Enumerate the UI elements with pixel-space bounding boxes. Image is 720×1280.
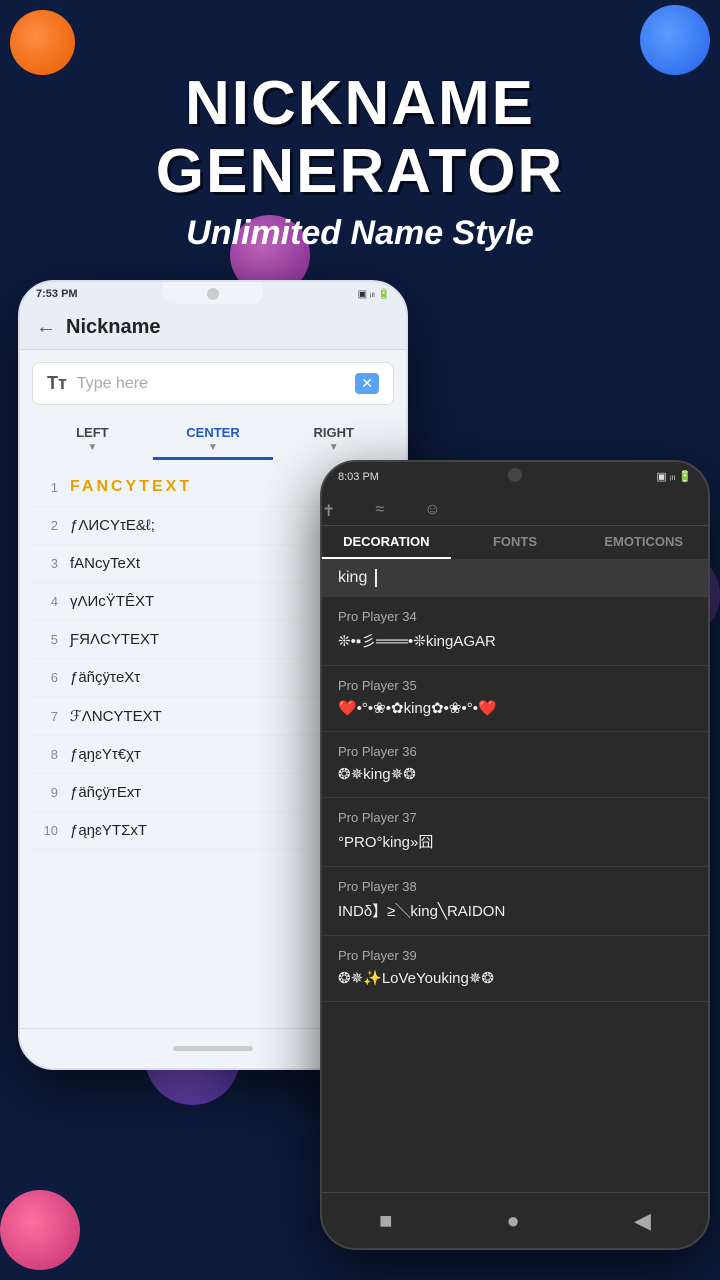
list-item-num: 10 [36,823,58,838]
tab-icon-1: ≈ [375,501,384,521]
tab-labels-row: DECORATION FONTS EMOTICONS [322,526,708,559]
list-item-num: 4 [36,594,58,609]
list-item-text: ƒąŋɛΥТΣхТ [70,822,147,839]
tab-decoration[interactable]: DECORATION [322,526,451,559]
list-item-num: 5 [36,632,58,647]
list-item-num: 2 [36,518,58,533]
left-app-bar: ← Nickname [20,306,406,350]
result-item[interactable]: Pro Player 35 ❤️•°•❀•✿king✿•❀•°•❤️ [322,666,708,732]
left-input-area[interactable]: Tт Type here ✕ [32,362,394,405]
right-tab-bar: ✝ ≈ ☺ [322,491,708,526]
list-item-num: 9 [36,785,58,800]
player-name: Pro Player 35 [338,678,692,693]
result-item[interactable]: Pro Player 37 °PRO°king»囧 [322,798,708,867]
list-item-num: 3 [36,556,58,571]
clear-button[interactable]: ✕ [355,373,379,394]
styled-nickname: ❊•▪︎彡═══•❊kingAGAR [338,630,692,651]
left-app-title: Nickname [66,316,161,339]
input-placeholder[interactable]: Type here [77,375,345,393]
nav-back-icon[interactable]: ◀ [634,1208,651,1234]
align-left-button[interactable]: LEFT ▼ [32,417,153,460]
decoration-blob-blue [640,5,710,75]
align-right-button[interactable]: RIGHT ▼ [273,417,394,460]
left-phone-camera [207,288,219,300]
list-item-text: fΑNcyTeXt [70,555,140,572]
right-bottom-bar: ■ ● ◀ [322,1192,708,1248]
list-item-num: 7 [36,709,58,724]
decoration-blob-orange [10,10,75,75]
player-name: Pro Player 39 [338,948,692,963]
list-item-num: 1 [36,480,58,495]
result-item[interactable]: Pro Player 39 ❂✵✨LoVeYouking✵❂ [322,936,708,1002]
back-arrow-icon[interactable]: ← [36,316,56,339]
list-item-text: γΛИcΫTÊXT [70,593,154,610]
list-item-text: ƒäñçÿτeXτ [70,669,140,686]
list-item-text: ƒąŋɛΥτ€χт [70,746,141,763]
right-phone-camera [508,468,522,482]
player-name: Pro Player 38 [338,879,692,894]
styled-nickname: ❤️•°•❀•✿king✿•❀•°•❤️ [338,699,692,717]
styled-nickname: ❂✵king✵❂ [338,765,692,783]
right-phone-notch [455,462,575,486]
result-item[interactable]: Pro Player 38 INDδ】≥╲king╲RAIDON [322,867,708,936]
alignment-bar: LEFT ▼ CENTER ▼ RIGHT ▼ [32,417,394,460]
right-phone: 8:03 PM ▣ ᵢₗₗ 🔋 ✝ ≈ ☺ DECORATION FONTS E… [320,460,710,1250]
tab-fonts[interactable]: FONTS [451,526,580,559]
cursor [375,569,377,587]
styled-nickname: ❂✵✨LoVeYouking✵❂ [338,969,692,987]
left-status-icons: ▣ ᵢₗₗ 🔋 [358,289,390,300]
list-item-text: ℱΛNСΥТΕΧΤ [70,707,162,725]
tab-icons-row: ✝ ≈ ☺ [322,495,441,525]
list-item-text: FANCYTEXT [70,478,192,496]
align-center-button[interactable]: CENTER ▼ [153,417,274,460]
list-item-num: 8 [36,747,58,762]
right-status-icons: ▣ ᵢₗₗ 🔋 [656,470,692,483]
right-search-area[interactable]: king [322,559,708,597]
left-status-time: 7:53 PM [36,288,78,300]
list-item-text: ƒΛИCΥτE&ℓ; [70,517,155,534]
right-status-time: 8:03 PM [338,471,379,483]
search-input-text[interactable]: king [338,569,367,587]
player-name: Pro Player 37 [338,810,692,825]
result-item[interactable]: Pro Player 34 ❊•▪︎彡═══•❊kingAGAR [322,597,708,666]
header: NICKNAME GENERATOR Unlimited Name Style [0,70,720,253]
list-item-text: ƒäñçÿтEхт [70,784,141,801]
left-phone-notch [163,282,263,304]
styled-nickname: °PRO°king»囧 [338,831,692,852]
list-item-num: 6 [36,670,58,685]
player-name: Pro Player 34 [338,609,692,624]
styled-nickname: INDδ】≥╲king╲RAIDON [338,900,692,921]
main-title: NICKNAME GENERATOR [0,70,720,206]
phones-area: 7:53 PM ▣ ᵢₗₗ 🔋 ← Nickname Tт Type here … [0,260,720,1280]
list-item-text: ƑЯΛCΥΤΕΧΤ [70,631,159,648]
nav-home-icon[interactable]: ● [507,1208,520,1234]
tab-icon-2: ☺ [424,501,440,521]
tab-emoticons[interactable]: EMOTICONS [579,526,708,559]
result-item[interactable]: Pro Player 36 ❂✵king✵❂ [322,732,708,798]
home-indicator [173,1046,253,1051]
sub-title: Unlimited Name Style [0,214,720,253]
text-format-icon: Tт [47,373,67,394]
tab-icon-0: ✝ [322,501,335,521]
results-list: Pro Player 34❊•▪︎彡═══•❊kingAGARPro Playe… [322,597,708,1002]
nav-square-icon[interactable]: ■ [379,1208,392,1234]
player-name: Pro Player 36 [338,744,692,759]
